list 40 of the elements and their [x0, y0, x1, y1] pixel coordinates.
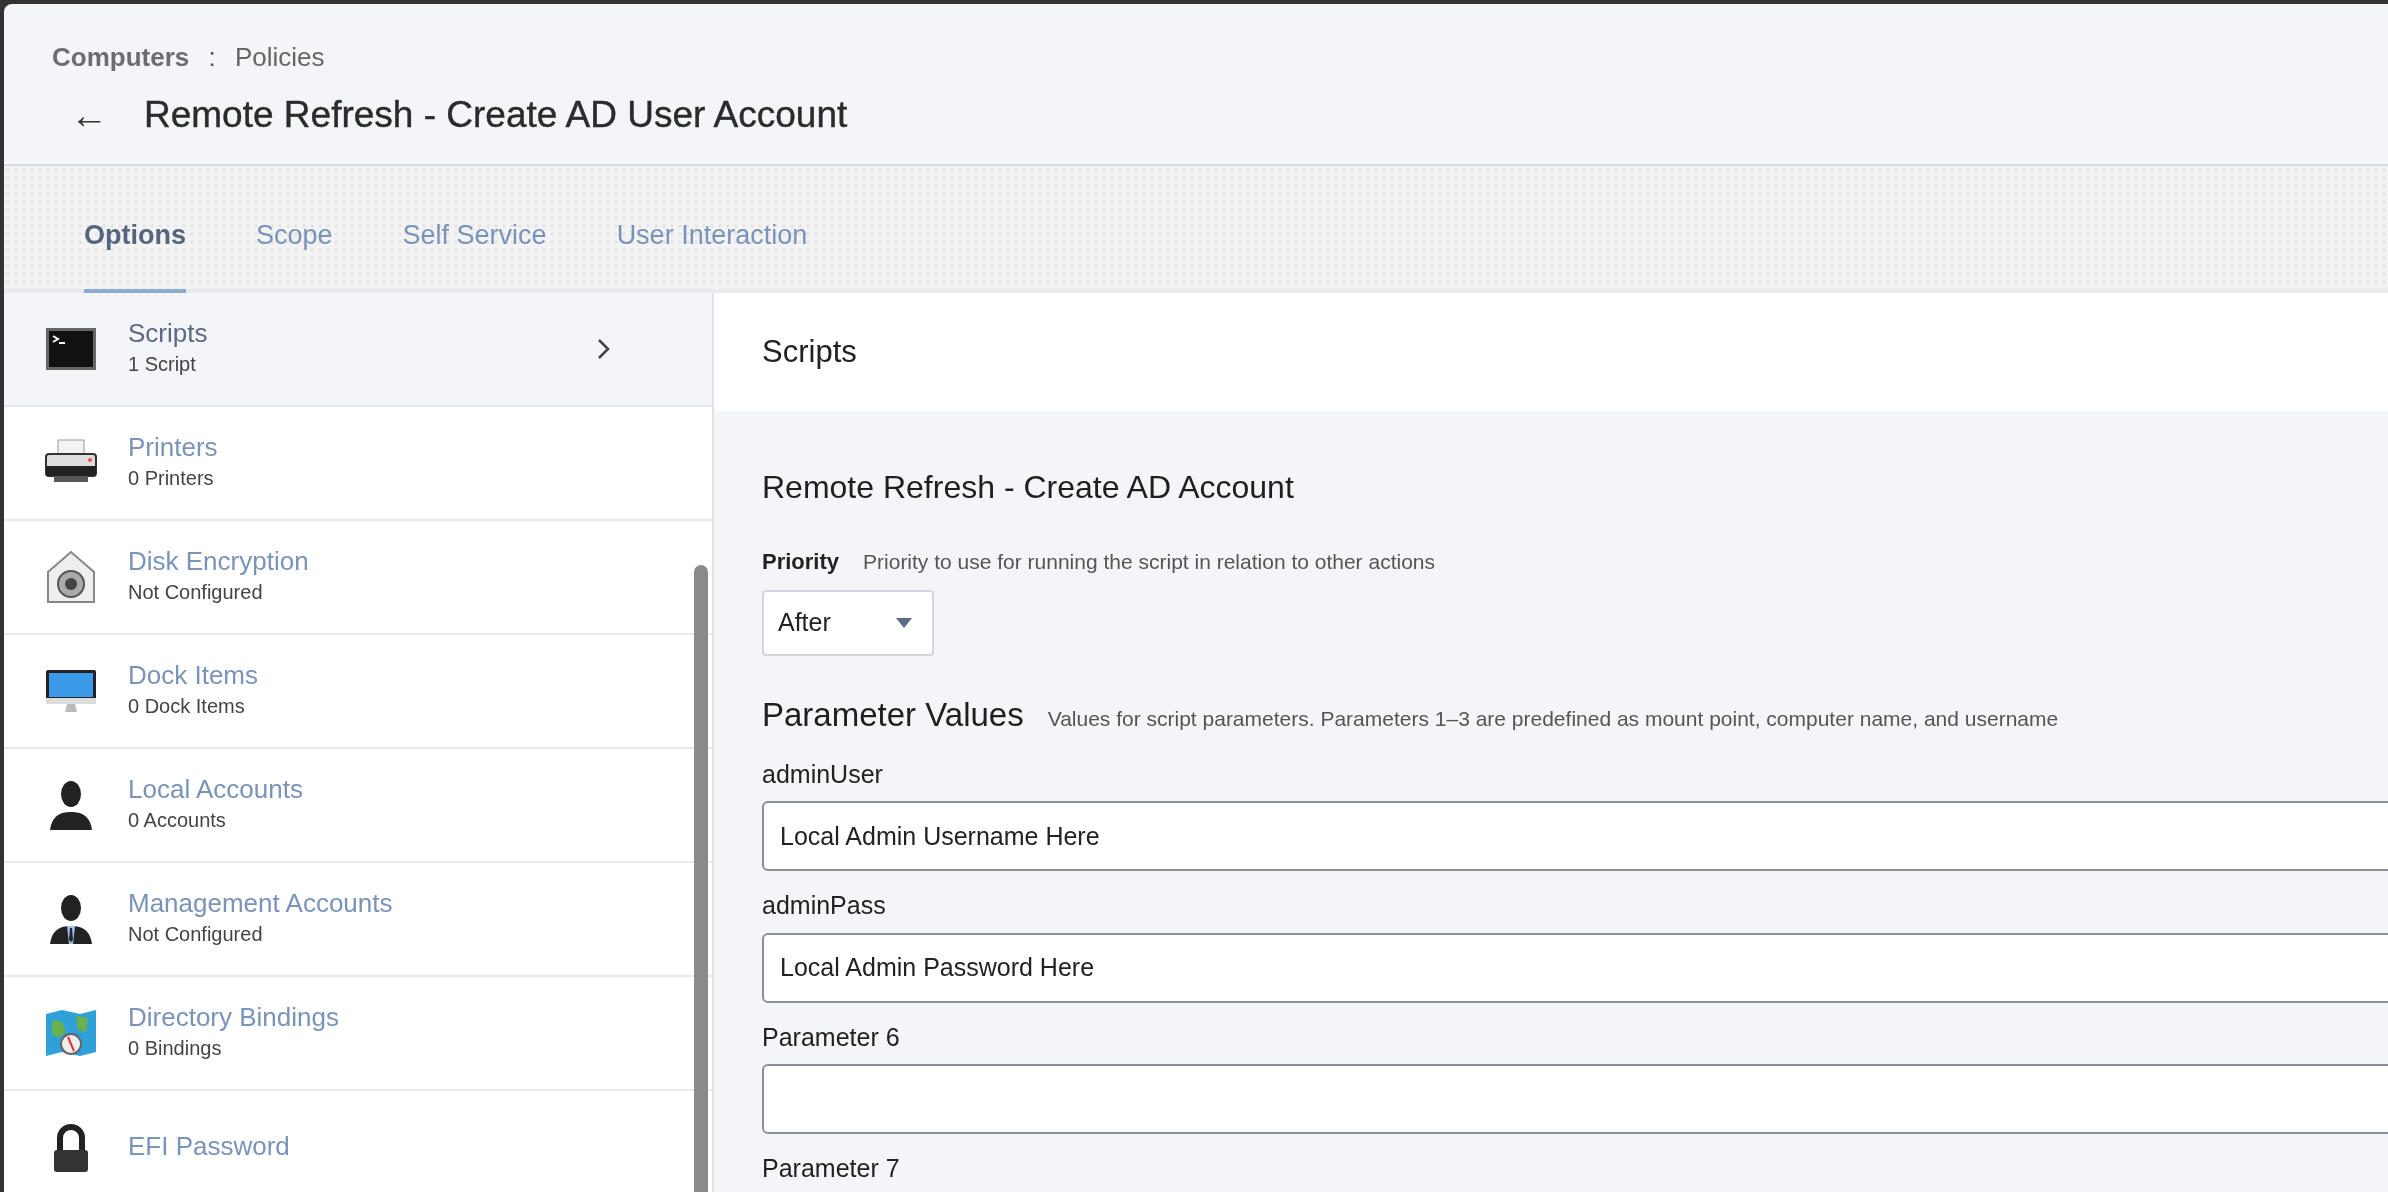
section-hint: Values for script parameters. Parameters 1–3 are predefined as mount point, computer name, and username	[1047, 706, 2059, 732]
text-field[interactable]	[762, 1064, 2388, 1134]
field-label: Parameter 6	[762, 1021, 901, 1053]
field-hint: Priority to use for running the script in relation to other actions	[863, 549, 1435, 575]
item-title: EFI Password	[128, 1132, 291, 1162]
dropdown-value: After	[778, 607, 831, 639]
dropdown-caret-icon	[896, 618, 912, 628]
item-title: Local Accounts	[128, 775, 304, 805]
field-label: Priority	[762, 548, 840, 576]
panel-title: Scripts	[714, 293, 2388, 411]
breadcrumb-current: Policies	[234, 42, 325, 72]
breadcrumb-link[interactable]: Computers	[52, 42, 190, 72]
item-subtitle: 0 Accounts	[128, 807, 227, 833]
item-subtitle: Not Configured	[128, 921, 264, 947]
section-title: Parameter Values	[762, 695, 1024, 735]
item-title: Scripts	[128, 319, 209, 349]
field-label: adminUser	[762, 758, 884, 790]
sidebar-item[interactable]: Scripts 1 Script	[4, 293, 712, 407]
item-title: Dock Items	[128, 661, 260, 691]
item-subtitle: 0 Bindings	[128, 1035, 223, 1061]
vault-icon	[44, 550, 98, 604]
item-title: Directory Bindings	[128, 1003, 340, 1033]
scrollbar[interactable]	[694, 565, 708, 1192]
item-title: Disk Encryption	[128, 547, 310, 577]
field-label: Parameter 7	[762, 1153, 901, 1184]
script-name: Remote Refresh - Create AD Account	[762, 468, 1295, 507]
item-title: Management Accounts	[128, 889, 394, 919]
text-field[interactable]: Local Admin Username Here	[762, 801, 2388, 871]
field-label: adminPass	[762, 890, 887, 921]
item-subtitle: Not Configured	[128, 579, 264, 605]
text-field[interactable]: Local Admin Password Here	[762, 932, 2388, 1003]
page-title: Remote Refresh - Create AD User Account	[144, 93, 848, 137]
item-title: Printers	[128, 433, 219, 463]
item-subtitle: 0 Printers	[128, 465, 215, 491]
chevron-right-icon	[596, 337, 612, 361]
breadcrumb-separator: :	[208, 42, 216, 72]
priority-dropdown[interactable]: After	[762, 590, 934, 656]
item-subtitle: 1 Script	[128, 351, 197, 377]
back-button[interactable]: ←	[70, 96, 108, 135]
item-subtitle: 0 Dock Items	[128, 693, 246, 719]
